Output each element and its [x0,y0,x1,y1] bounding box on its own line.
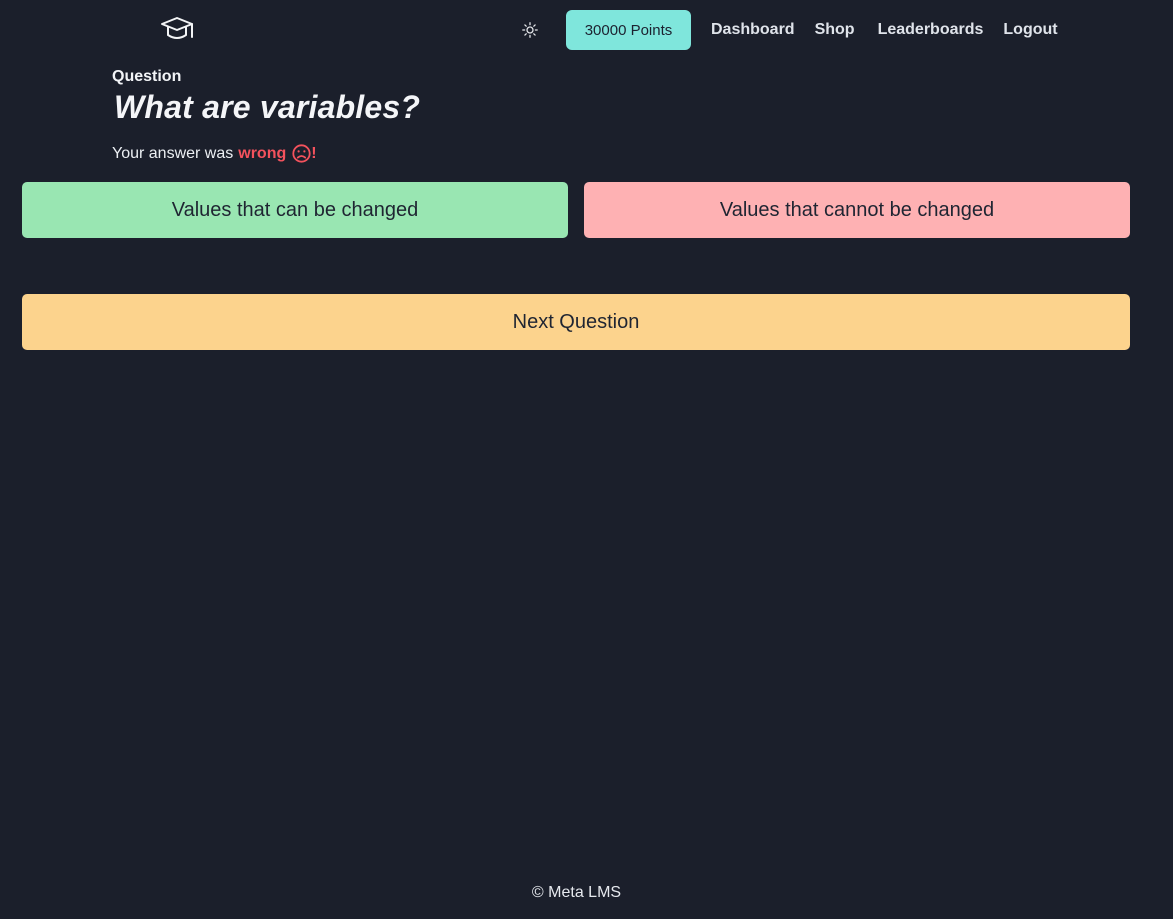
next-question-button[interactable]: Next Question [22,294,1130,350]
result-word: wrong [238,144,287,162]
nav-link-dashboard[interactable]: Dashboard [711,21,795,39]
footer: © Meta LMS [531,884,622,901]
sad-face-icon [292,144,311,163]
points-button[interactable]: 30000 Points [566,10,691,50]
answer-result: Your answer was wrong ! [112,144,317,163]
nav-link-leaderboards[interactable]: Leaderboards [878,21,984,39]
sun-icon[interactable] [519,19,541,41]
result-suffix: ! [311,144,317,162]
nav-link-shop[interactable]: Shop [815,21,855,39]
question-title: What are variables? [114,89,421,125]
answer-option-correct[interactable]: Values that can be changed [22,182,568,238]
answer-option-wrong[interactable]: Values that cannot be changed [584,182,1130,238]
graduation-cap-icon[interactable] [159,15,195,45]
question-label: Question [112,68,182,85]
nav-link-logout[interactable]: Logout [1003,21,1057,39]
nav-links: Dashboard Shop Leaderboards Logout [711,21,1058,39]
result-prefix: Your answer was [112,144,234,162]
top-navbar: 30000 Points Dashboard Shop Leaderboards… [0,0,1173,62]
